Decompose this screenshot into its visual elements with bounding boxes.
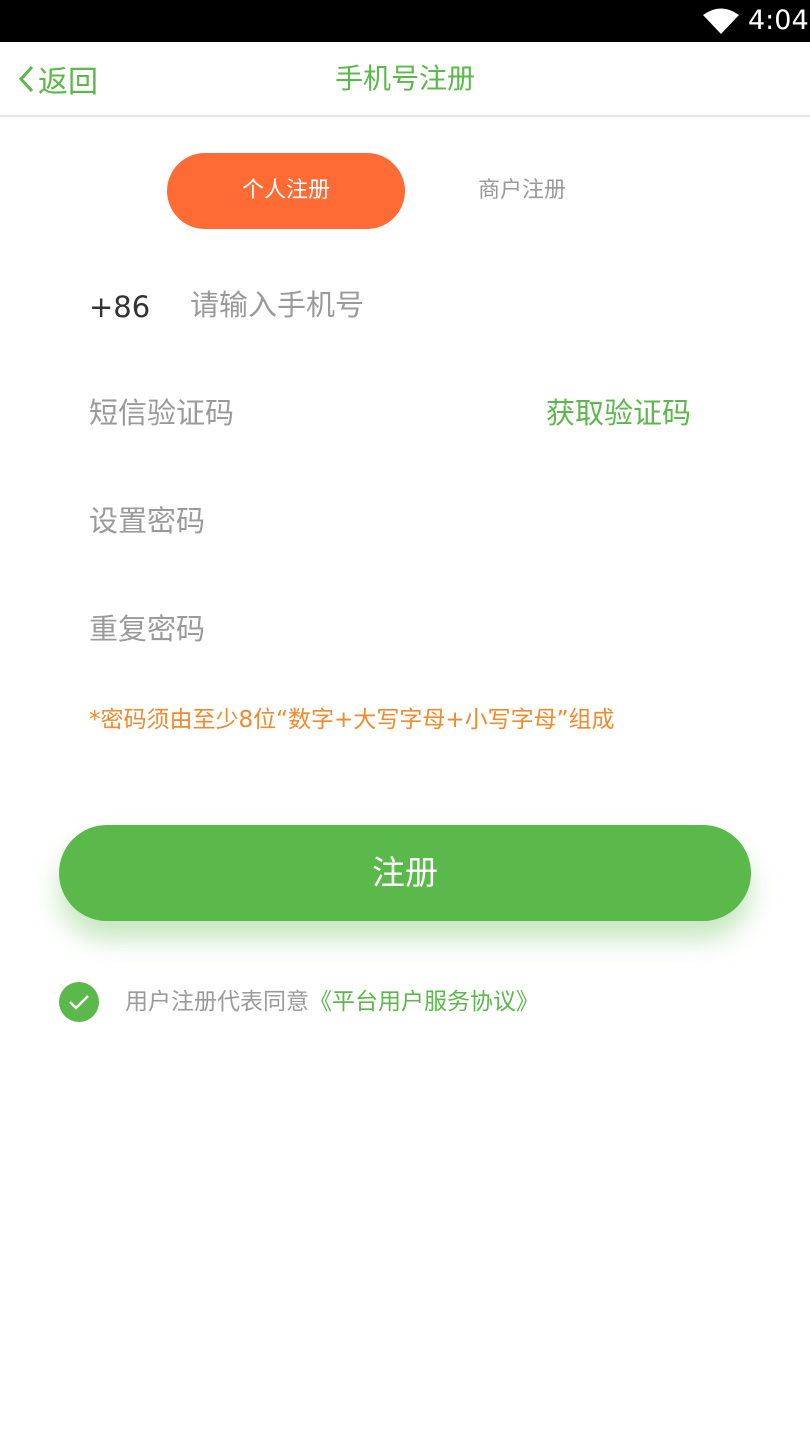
agreement-link[interactable]: 《平台用户服务协议》 xyxy=(309,989,539,1015)
agreement-prefix: 用户注册代表同意 xyxy=(125,989,309,1015)
password-hint: *密码须由至少8位“数字+大写字母+小写字母”组成 xyxy=(89,707,615,733)
phone-input[interactable] xyxy=(190,280,710,330)
register-button[interactable]: 注册 xyxy=(59,825,751,921)
navigation-bar: 返回 手机号注册 xyxy=(0,42,810,117)
tab-personal-register[interactable]: 个人注册 xyxy=(167,153,405,229)
get-code-button[interactable]: 获取验证码 xyxy=(546,390,691,436)
password-input[interactable] xyxy=(89,496,709,546)
agreement-checkbox[interactable] xyxy=(59,982,99,1022)
confirm-password-input[interactable] xyxy=(89,604,709,654)
check-icon xyxy=(69,995,89,1010)
sms-code-input[interactable] xyxy=(89,388,509,438)
wifi-icon xyxy=(703,8,739,34)
country-code[interactable]: +86 xyxy=(89,285,150,329)
tab-merchant-register[interactable]: 商户注册 xyxy=(452,153,592,229)
status-bar: 4:04 xyxy=(0,0,810,42)
status-time: 4:04 xyxy=(748,5,809,36)
page-title: 手机号注册 xyxy=(334,62,475,95)
agreement-text: 用户注册代表同意《平台用户服务协议》 xyxy=(125,984,539,1020)
